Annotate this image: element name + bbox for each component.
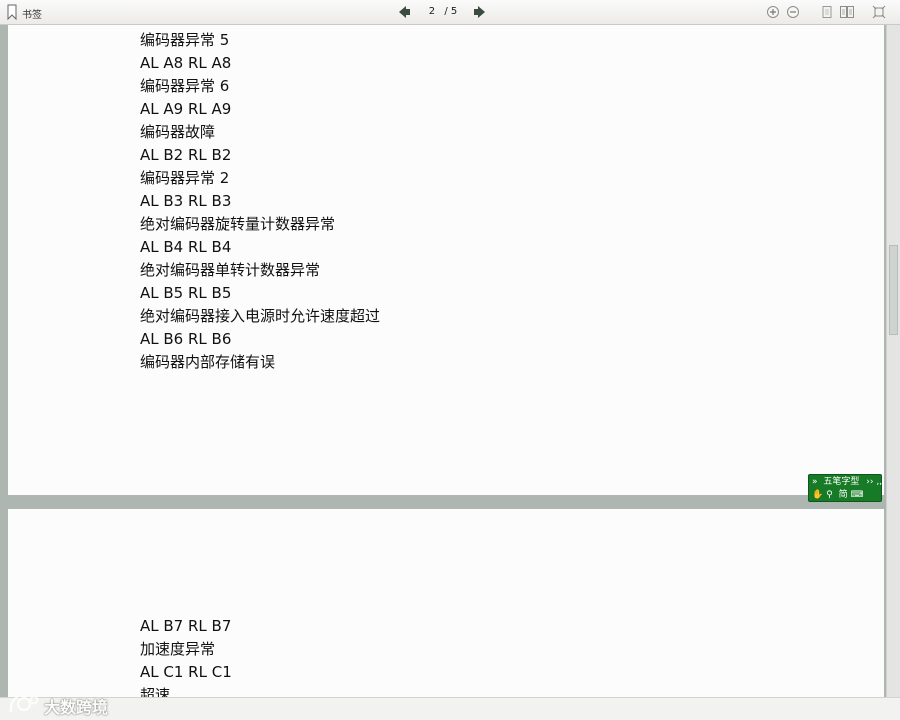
text-line: AL B2 RL B2: [140, 146, 232, 164]
page-navigator: 2 / 5: [395, 4, 491, 21]
current-page[interactable]: 2: [429, 6, 435, 17]
bookmark-label: 书签: [22, 10, 42, 21]
page-indicator[interactable]: 2 / 5: [423, 6, 463, 17]
scrollbar-thumb[interactable]: [889, 245, 898, 335]
document-page-2: 编码器异常 5 AL A8 RL A8 编码器异常 6 AL A9 RL A9 …: [8, 25, 884, 495]
text-line: 绝对编码器旋转量计数器异常: [140, 215, 336, 233]
total-pages: / 5: [444, 6, 458, 17]
search-icon[interactable]: ⚲: [826, 490, 833, 500]
zoom-out-icon[interactable]: [786, 5, 800, 19]
ime-punctuation[interactable]: ›› ‚‚: [866, 477, 882, 487]
text-line: 加速度异常: [140, 640, 216, 658]
text-line: AL A8 RL A8: [140, 54, 232, 72]
prev-page-icon[interactable]: [397, 5, 411, 19]
text-line: 超速: [140, 686, 171, 697]
text-line: 编码器异常 5: [140, 31, 230, 49]
text-line: AL B6 RL B6: [140, 330, 232, 348]
zoom-in-icon[interactable]: [766, 5, 780, 19]
ime-status-bar[interactable]: » 五笔字型 ›› ‚‚ ✋ ⚲ 简 ⌨: [808, 474, 882, 502]
watermark-emblem-icon: [9, 695, 39, 713]
ime-mode[interactable]: 简: [839, 490, 848, 500]
text-line: 绝对编码器单转计数器异常: [140, 261, 321, 279]
text-line: 编码器内部存储有误: [140, 353, 276, 371]
text-line: AL B5 RL B5: [140, 284, 232, 302]
vertical-scrollbar[interactable]: [886, 25, 900, 697]
watermark-logo: 大数跨境: [8, 690, 128, 718]
ime-top-row: » 五笔字型 ›› ‚‚: [812, 476, 882, 488]
watermark-text: 大数跨境: [44, 698, 109, 717]
text-line: 编码器异常 6: [140, 77, 230, 95]
bookmark-icon: [7, 4, 17, 20]
document-page-3: AL B7 RL B7 加速度异常 AL C1 RL C1 超速: [8, 509, 884, 697]
text-line: AL C1 RL C1: [140, 663, 232, 681]
text-line: 绝对编码器接入电源时允许速度超过: [140, 307, 381, 325]
toolbar: 书签 2 / 5: [0, 0, 900, 25]
next-page-icon[interactable]: [473, 5, 487, 19]
text-line: AL A9 RL A9: [140, 100, 232, 118]
text-line: AL B4 RL B4: [140, 238, 232, 256]
ime-bottom-row: ✋ ⚲ 简 ⌨: [812, 489, 863, 501]
text-line: AL B3 RL B3: [140, 192, 232, 210]
two-page-icon[interactable]: [840, 5, 854, 19]
ime-expand-icon[interactable]: »: [812, 477, 818, 487]
fit-window-icon[interactable]: [872, 5, 886, 19]
status-bar: [0, 697, 900, 720]
text-line: 编码器异常 2: [140, 169, 230, 187]
single-page-icon[interactable]: [820, 5, 834, 19]
keyboard-icon[interactable]: ⌨: [850, 490, 863, 500]
ime-name[interactable]: 五笔字型: [823, 477, 859, 487]
bookmark-button[interactable]: 书签: [6, 3, 42, 21]
text-line: 编码器故障: [140, 123, 216, 141]
hand-icon[interactable]: ✋: [812, 490, 823, 500]
text-line: AL B7 RL B7: [140, 617, 232, 635]
